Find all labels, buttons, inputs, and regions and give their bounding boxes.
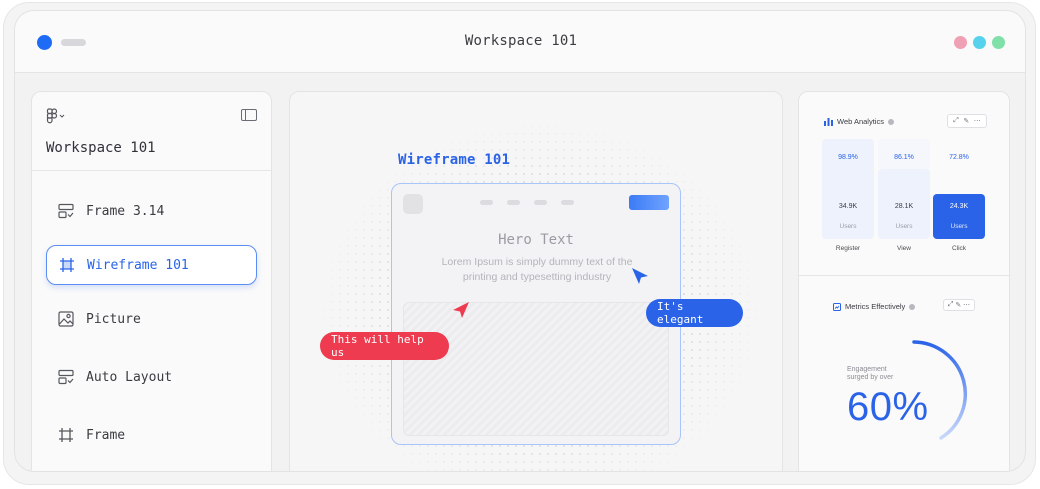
bar-chart-icon bbox=[824, 117, 833, 126]
view-percent: 86.1% bbox=[894, 154, 914, 161]
sidebar-item-frame-3-14[interactable]: Frame 3.14 bbox=[46, 191, 257, 231]
app-window: Workspace 101 Workspace 101 Frame 3.14 W… bbox=[14, 10, 1026, 472]
cursor-red-icon bbox=[453, 302, 469, 318]
wireframe-button-placeholder bbox=[629, 195, 669, 210]
metrics-header: Metrics Effectively bbox=[833, 302, 916, 311]
sidebar-item-picture[interactable]: Picture bbox=[46, 299, 257, 339]
view-label: View bbox=[897, 245, 911, 252]
design-canvas[interactable]: Wireframe 101 Hero Text Lorem Ipsum is s… bbox=[289, 91, 783, 471]
nav-placeholder bbox=[507, 200, 520, 205]
frame-icon bbox=[58, 427, 74, 443]
sidebar-item-label: Frame 3.14 bbox=[86, 203, 165, 219]
panel-divider bbox=[799, 275, 1009, 276]
register-percent: 98.9% bbox=[838, 154, 858, 161]
nav-placeholder bbox=[561, 200, 574, 205]
info-icon[interactable] bbox=[887, 118, 894, 125]
sidebar-item-label: Wireframe 101 bbox=[87, 257, 189, 273]
cursor-blue-icon bbox=[632, 268, 648, 284]
more-icon[interactable]: ⋯ bbox=[974, 117, 981, 125]
frame-label[interactable]: Wireframe 101 bbox=[398, 152, 510, 168]
figma-icon[interactable] bbox=[46, 108, 66, 124]
analytics-column-click bbox=[933, 194, 985, 239]
hero-title: Hero Text bbox=[498, 232, 574, 248]
title-bar: Workspace 101 bbox=[15, 11, 1025, 73]
window-control-green[interactable] bbox=[992, 36, 1005, 49]
sidebar-item-label: Frame bbox=[86, 427, 126, 443]
sidebar-header: Workspace 101 bbox=[32, 92, 271, 171]
wireframe-nav-placeholder bbox=[480, 200, 574, 205]
nav-placeholder bbox=[480, 200, 493, 205]
register-label: Register bbox=[835, 245, 861, 252]
window-controls bbox=[954, 36, 1005, 49]
web-analytics-title: Web Analytics bbox=[837, 117, 884, 126]
image-icon bbox=[58, 311, 74, 327]
edit-icon[interactable]: ✎ bbox=[963, 117, 969, 125]
click-unit: Users bbox=[950, 223, 968, 230]
web-analytics-header: Web Analytics bbox=[824, 117, 894, 126]
engagement-value: 60% bbox=[847, 385, 929, 429]
wireframe-logo-placeholder bbox=[403, 194, 423, 214]
frame-grid-icon bbox=[59, 257, 75, 273]
click-value: 24.3K bbox=[949, 203, 969, 210]
nav-placeholder bbox=[534, 200, 547, 205]
window-control-cyan[interactable] bbox=[973, 36, 986, 49]
expand-icon[interactable]: ⤢ bbox=[953, 117, 959, 125]
sidebar-toggle-icon[interactable] bbox=[241, 109, 257, 121]
hero-description: Lorem Ipsum is simply dummy text of the … bbox=[441, 256, 633, 283]
window-control-pink[interactable] bbox=[954, 36, 967, 49]
window-title: Workspace 101 bbox=[464, 33, 578, 49]
workspace-title: Workspace 101 bbox=[46, 140, 156, 156]
analytics-tools: ⤢ ✎ ⋯ bbox=[947, 114, 987, 128]
view-unit: Users bbox=[895, 223, 913, 230]
more-icon[interactable]: ⋯ bbox=[963, 301, 970, 309]
analytics-panel: Web Analytics ⤢ ✎ ⋯ 98.9% 86.1% 72.8% 34… bbox=[798, 91, 1010, 471]
sidebar-item-label: Picture bbox=[86, 311, 141, 327]
wireframe-frame[interactable]: Hero Text Lorem Ipsum is simply dummy te… bbox=[391, 183, 681, 445]
metrics-tools: ⤢ ✎ ⋯ bbox=[943, 299, 975, 311]
engagement-caption: Engagement surged by over bbox=[847, 366, 894, 381]
comment-blue[interactable]: It's elegant bbox=[646, 299, 743, 327]
comment-red[interactable]: This will help us bbox=[320, 332, 449, 360]
frame-check-icon bbox=[58, 203, 74, 219]
view-value: 28.1K bbox=[894, 203, 914, 210]
register-value: 34.9K bbox=[838, 203, 858, 210]
expand-icon[interactable]: ⤢ bbox=[948, 301, 954, 309]
register-unit: Users bbox=[839, 223, 857, 230]
metrics-title: Metrics Effectively bbox=[845, 302, 906, 311]
sidebar-item-auto-layout[interactable]: Auto Layout bbox=[46, 357, 257, 397]
edit-icon[interactable]: ✎ bbox=[955, 301, 961, 309]
sidebar-item-wireframe-101[interactable]: Wireframe 101 bbox=[46, 245, 257, 285]
wireframe-image-placeholder bbox=[403, 302, 669, 436]
sidebar-item-label: Auto Layout bbox=[86, 369, 173, 385]
sidebar-item-frame[interactable]: Frame bbox=[46, 415, 257, 455]
metrics-icon bbox=[833, 302, 841, 311]
layers-sidebar: Workspace 101 Frame 3.14 Wireframe 101 P… bbox=[31, 91, 272, 471]
info-icon[interactable] bbox=[909, 303, 916, 310]
auto-layout-icon bbox=[58, 369, 74, 385]
click-percent: 72.8% bbox=[949, 154, 969, 161]
click-label: Click bbox=[951, 245, 967, 252]
